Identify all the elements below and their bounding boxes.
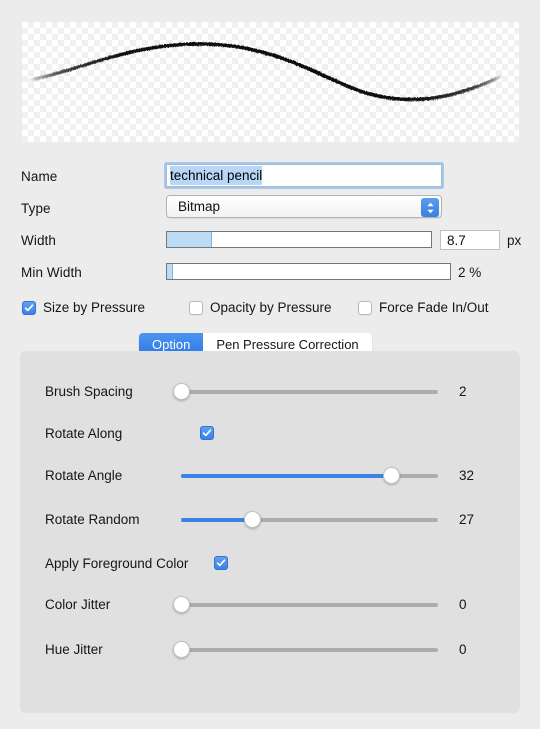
hue-jitter-slider[interactable]	[172, 641, 438, 658]
row-width: Width 8.7 px	[0, 224, 540, 256]
slider-track	[181, 603, 438, 607]
apply-foreground-color-label: Apply Foreground Color	[45, 555, 189, 571]
slider-track	[181, 390, 438, 394]
pressure-options-row: Size by Pressure Opacity by Pressure For…	[0, 300, 540, 322]
rotate-angle-slider[interactable]	[181, 467, 438, 484]
width-label: Width	[21, 232, 57, 248]
min-width-label: Min Width	[21, 264, 82, 280]
row-name: Name technical pencil	[0, 160, 540, 192]
type-label: Type	[21, 200, 51, 216]
width-unit-label: px	[507, 232, 522, 248]
checkbox-force-fade-in-out[interactable]: Force Fade In/Out	[358, 300, 489, 315]
brush-spacing-slider[interactable]	[172, 383, 438, 400]
checkbox-label: Size by Pressure	[43, 300, 146, 315]
slider-knob[interactable]	[172, 641, 190, 658]
rotate-random-value: 27	[459, 511, 475, 527]
row-apply-foreground-color: Apply Foreground Color	[20, 550, 520, 576]
brush-spacing-label: Brush Spacing	[45, 383, 133, 399]
min-width-value: 2 %	[458, 264, 482, 280]
hue-jitter-value: 0	[459, 641, 467, 657]
checkbox-box-unchecked	[189, 300, 203, 315]
checkbox-opacity-by-pressure[interactable]: Opacity by Pressure	[189, 300, 332, 315]
brush-stroke-preview	[22, 22, 519, 142]
row-rotate-angle: Rotate Angle 32	[20, 462, 520, 488]
slider-knob[interactable]	[383, 467, 401, 484]
width-slider[interactable]	[166, 231, 432, 248]
checkbox-box-checked	[22, 300, 36, 315]
slider-knob[interactable]	[172, 596, 190, 613]
row-color-jitter: Color Jitter 0	[20, 591, 520, 617]
checkbox-apply-foreground-color[interactable]	[214, 556, 228, 570]
color-jitter-value: 0	[459, 596, 467, 612]
rotate-angle-value: 32	[459, 467, 475, 483]
hue-jitter-label: Hue Jitter	[45, 641, 103, 657]
color-jitter-label: Color Jitter	[45, 596, 111, 612]
rotate-along-label: Rotate Along	[45, 425, 123, 441]
slider-knob[interactable]	[244, 511, 262, 528]
row-brush-spacing: Brush Spacing 2	[20, 378, 520, 404]
slider-knob[interactable]	[172, 383, 190, 400]
checkbox-label: Force Fade In/Out	[379, 300, 489, 315]
rotate-random-slider[interactable]	[181, 511, 438, 528]
row-hue-jitter: Hue Jitter 0	[20, 636, 520, 662]
row-type: Type Bitmap	[0, 192, 540, 224]
name-label: Name	[21, 168, 58, 184]
row-rotate-random: Rotate Random 27	[20, 506, 520, 532]
option-panel: Brush Spacing 2 Rotate Along Rotate Angl…	[20, 351, 520, 713]
row-rotate-along: Rotate Along	[20, 420, 520, 446]
checkbox-size-by-pressure[interactable]: Size by Pressure	[22, 300, 145, 315]
type-select[interactable]: Bitmap	[166, 195, 442, 218]
min-width-slider-fill	[167, 264, 173, 279]
row-min-width: Min Width 2 %	[0, 256, 540, 288]
name-input[interactable]: technical pencil	[166, 164, 442, 187]
width-value-input[interactable]: 8.7	[440, 230, 500, 250]
color-jitter-slider[interactable]	[172, 596, 438, 613]
checkbox-rotate-along[interactable]	[200, 426, 214, 440]
slider-track	[181, 648, 438, 652]
rotate-angle-label: Rotate Angle	[45, 467, 123, 483]
brush-stroke-path	[28, 42, 502, 102]
brush-settings-form: Name technical pencil Type Bitmap Width …	[0, 160, 540, 288]
chevron-updown-icon[interactable]	[421, 198, 439, 217]
checkbox-label: Opacity by Pressure	[210, 300, 332, 315]
width-slider-fill	[167, 232, 212, 247]
brush-spacing-value: 2	[459, 383, 467, 399]
slider-fill	[181, 518, 253, 522]
stroke-canvas	[28, 42, 502, 102]
slider-fill	[181, 474, 392, 478]
rotate-random-label: Rotate Random	[45, 511, 140, 527]
checkbox-box-unchecked	[358, 300, 372, 315]
type-select-value: Bitmap	[178, 199, 221, 214]
min-width-slider[interactable]	[166, 263, 451, 280]
name-input-value: technical pencil	[170, 166, 263, 185]
